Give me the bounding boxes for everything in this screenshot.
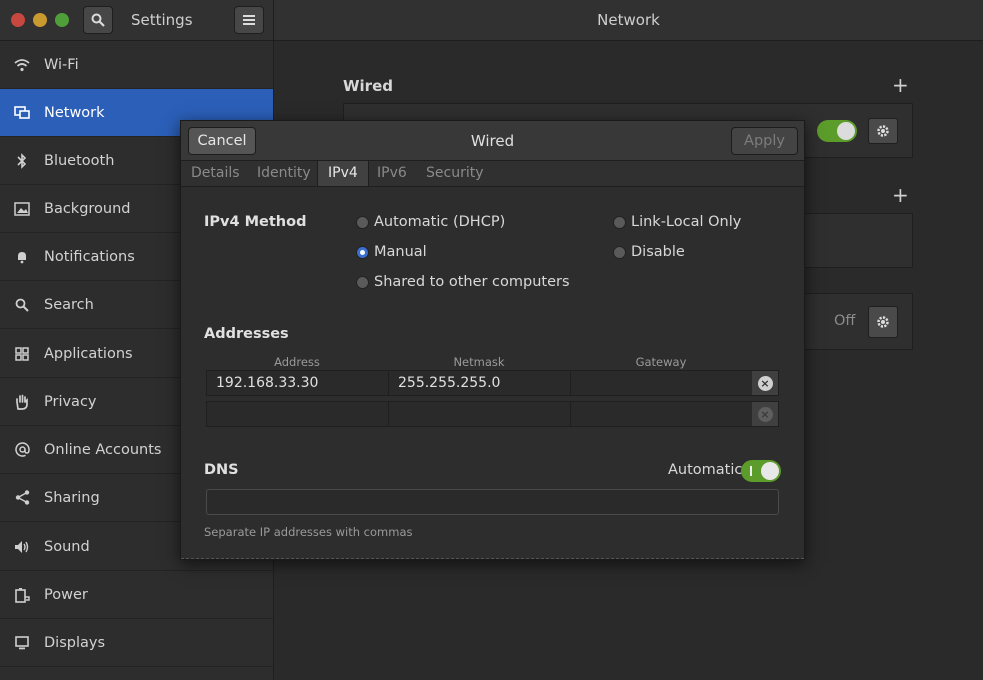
share-icon (0, 490, 44, 505)
radio-automatic-dhcp[interactable]: Automatic (DHCP) (356, 214, 505, 230)
power-icon (0, 587, 44, 603)
wired-section-title: Wired (343, 77, 393, 95)
dns-hint: Separate IP addresses with commas (204, 525, 413, 539)
netmask-input[interactable]: 255.255.255.0 (389, 371, 571, 395)
netmask-input[interactable] (389, 402, 571, 426)
background-icon (0, 201, 44, 216)
page-title: Network (597, 11, 660, 29)
addresses-label: Addresses (204, 326, 289, 342)
apply-button[interactable]: Apply (731, 127, 798, 155)
radio-label: Shared to other computers (374, 274, 570, 290)
dns-automatic-toggle[interactable] (741, 460, 781, 482)
sidebar-item-label: Online Accounts (44, 441, 162, 458)
radio-label: Manual (374, 244, 427, 260)
speaker-icon (0, 540, 44, 554)
menu-button[interactable] (234, 6, 264, 34)
address-input[interactable] (207, 402, 389, 426)
add-wired-button[interactable]: + (892, 73, 909, 97)
proxy-settings-button[interactable] (868, 306, 898, 338)
remove-address-button[interactable]: × (752, 371, 778, 395)
sidebar-item-power[interactable]: Power (0, 571, 273, 619)
sidebar-item-label: Displays (44, 634, 106, 651)
proxy-status: Off (834, 313, 856, 329)
radio-label: Link-Local Only (631, 214, 742, 230)
radio-dot (356, 275, 369, 289)
search-icon (0, 298, 44, 312)
hamburger-icon (243, 15, 255, 25)
dns-automatic-label: Automatic (668, 462, 743, 478)
tab-ipv6[interactable]: IPv6 (367, 161, 417, 186)
wifi-icon (0, 58, 44, 72)
close-window-button[interactable] (11, 13, 25, 27)
sidebar-item-label: Background (44, 200, 131, 217)
sidebar-item-label: Notifications (44, 248, 135, 265)
radio-dot (613, 245, 626, 259)
address-row: × (206, 401, 779, 427)
dialog-bottom-edge (181, 557, 804, 559)
wired-settings-dialog: Cancel Wired Apply Details Identity IPv4… (180, 120, 805, 560)
minimize-window-button[interactable] (33, 13, 47, 27)
address-row: 192.168.33.30 255.255.255.0 × (206, 370, 779, 396)
hand-icon (0, 394, 44, 410)
network-icon (0, 105, 44, 120)
sidebar-item-label: Applications (44, 345, 133, 362)
sidebar-item-label: Search (44, 296, 94, 313)
radio-disable[interactable]: Disable (613, 244, 685, 260)
close-icon: × (757, 375, 773, 391)
sidebar-item-label: Power (44, 586, 88, 603)
radio-dot-selected (356, 245, 369, 259)
gear-icon (877, 316, 889, 328)
address-input[interactable]: 192.168.33.30 (207, 371, 389, 395)
bluetooth-icon (0, 152, 44, 169)
gear-icon (877, 125, 889, 137)
radio-dot (613, 215, 626, 229)
search-button[interactable] (83, 6, 113, 34)
search-icon (91, 13, 105, 27)
column-header-netmask: Netmask (453, 355, 505, 369)
dns-label: DNS (204, 462, 239, 478)
dialog-title: Wired (470, 132, 515, 150)
column-header-address: Address (274, 355, 320, 369)
maximize-window-button[interactable] (55, 13, 69, 27)
sidebar-item-label: Network (44, 104, 105, 121)
bell-icon (0, 250, 44, 264)
sidebar-item-wifi[interactable]: Wi-Fi (0, 41, 273, 89)
wired-settings-button[interactable] (868, 118, 898, 144)
column-header-gateway: Gateway (635, 355, 687, 369)
gateway-input[interactable] (571, 371, 753, 395)
radio-label: Automatic (DHCP) (374, 214, 506, 230)
radio-link-local-only[interactable]: Link-Local Only (613, 214, 741, 230)
applications-icon (0, 346, 44, 361)
ipv4-method-label: IPv4 Method (204, 214, 307, 230)
dialog-header: Cancel Wired Apply (181, 121, 804, 161)
sidebar-header: Settings (0, 0, 274, 41)
sidebar-item-label: Sharing (44, 489, 100, 506)
at-icon (0, 442, 44, 457)
radio-dot (356, 215, 369, 229)
sidebar-item-label: Sound (44, 538, 90, 555)
add-vpn-button[interactable]: + (892, 183, 909, 207)
dns-input[interactable] (206, 489, 779, 515)
radio-label: Disable (631, 244, 685, 260)
sidebar-item-label: Bluetooth (44, 152, 115, 169)
close-icon: × (757, 406, 773, 422)
display-icon (0, 635, 44, 650)
header-bar: Settings Network (0, 0, 983, 41)
radio-shared[interactable]: Shared to other computers (356, 274, 570, 290)
tab-ipv4[interactable]: IPv4 (317, 161, 369, 186)
wired-toggle[interactable] (817, 120, 857, 142)
sidebar-item-displays[interactable]: Displays (0, 619, 273, 667)
radio-manual[interactable]: Manual (356, 244, 427, 260)
sidebar-item-label: Wi-Fi (44, 56, 79, 73)
sidebar-item-label: Privacy (44, 393, 97, 410)
tab-identity[interactable]: Identity (247, 161, 321, 186)
gateway-input[interactable] (571, 402, 753, 426)
remove-address-button[interactable]: × (752, 402, 778, 426)
app-title: Settings (131, 11, 193, 29)
tab-details[interactable]: Details (181, 161, 250, 186)
tab-security[interactable]: Security (416, 161, 494, 186)
dialog-tabs: Details Identity IPv4 IPv6 Security (181, 161, 804, 187)
